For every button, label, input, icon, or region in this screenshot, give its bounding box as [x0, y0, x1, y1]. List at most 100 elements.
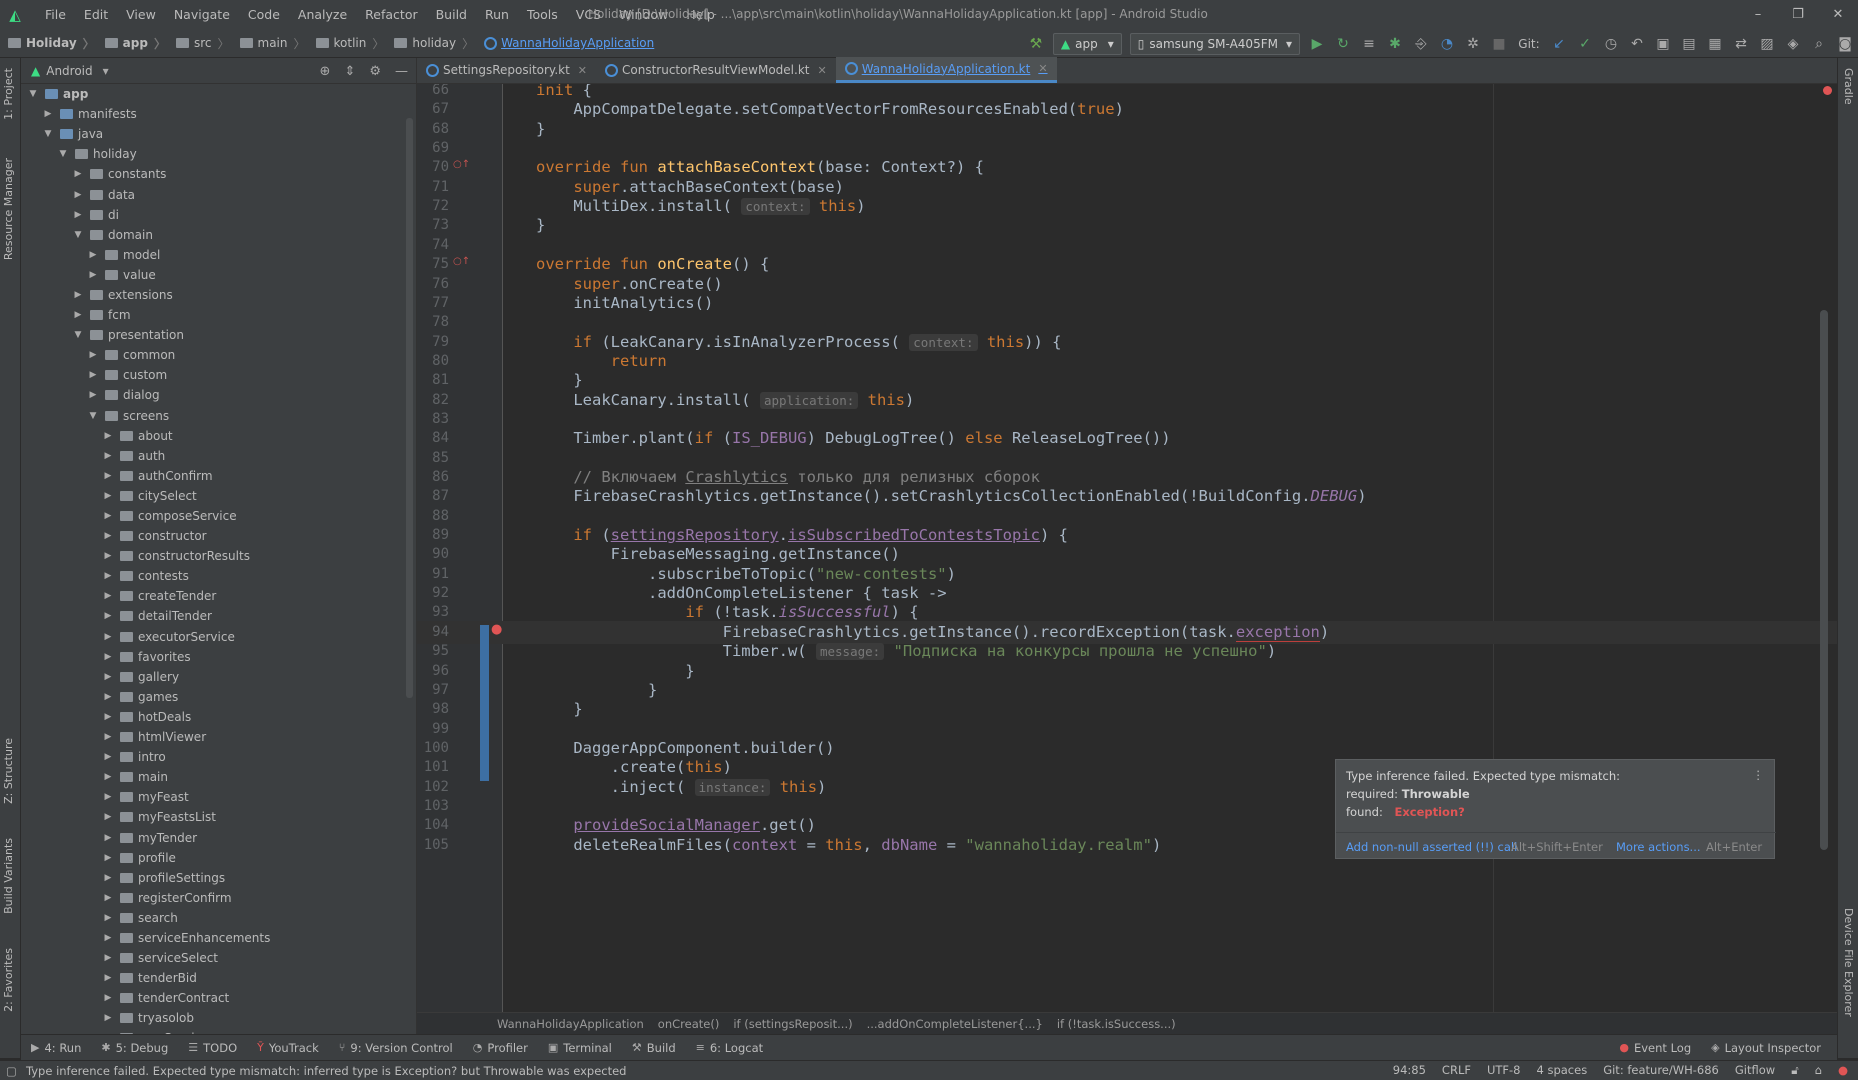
tree-item[interactable]: ▶ main: [21, 767, 417, 787]
menu-tools[interactable]: Tools: [518, 7, 567, 22]
tab-run[interactable]: ▶ 4: Run: [31, 1041, 81, 1055]
tab-project[interactable]: 1: Project: [2, 68, 15, 120]
tab-gradle[interactable]: Gradle: [1842, 68, 1855, 105]
tree-item[interactable]: ▶ model: [21, 245, 417, 265]
apply-code-changes-icon[interactable]: ≡: [1356, 29, 1382, 58]
add-non-null-assert-link[interactable]: Add non-null asserted (!!) call: [1346, 840, 1517, 854]
override-icon[interactable]: ○↑: [453, 257, 470, 267]
tab-wanna-holiday-application[interactable]: WannaHolidayApplication.kt ✕: [835, 57, 1057, 83]
coverage-icon[interactable]: ✲: [1460, 29, 1486, 58]
chevron-right-icon[interactable]: ▶: [102, 893, 114, 903]
avd-manager-icon[interactable]: ▤: [1676, 29, 1702, 58]
gitflow[interactable]: Gitflow: [1735, 1063, 1775, 1078]
tree-item[interactable]: ▶ dialog: [21, 385, 417, 405]
code-editor[interactable]: 66 init {67 AppCompatDelegate.setCompatVe…: [417, 84, 1837, 1012]
chevron-right-icon[interactable]: ▶: [102, 833, 114, 843]
tab-todo[interactable]: ☰ TODO: [188, 1041, 237, 1055]
tree-item[interactable]: ▶ htmlViewer: [21, 727, 417, 747]
tree-item[interactable]: ▶ hotDeals: [21, 707, 417, 727]
tree-item[interactable]: ▶ fcm: [21, 305, 417, 325]
tree-item[interactable]: ▶ myFeastsList: [21, 807, 417, 827]
chevron-right-icon[interactable]: ▶: [102, 431, 114, 441]
close-tab-icon[interactable]: ✕: [578, 64, 587, 77]
chevron-right-icon[interactable]: ▶: [102, 913, 114, 923]
more-options-icon[interactable]: ⋮: [1753, 768, 1765, 782]
memory-icon[interactable]: ⌂: [1815, 1063, 1822, 1078]
file-encoding[interactable]: UTF-8: [1487, 1063, 1521, 1078]
tab-layout-inspector[interactable]: ◈ Layout Inspector: [1711, 1041, 1821, 1055]
tab-resource-manager[interactable]: Resource Manager: [2, 158, 15, 260]
crumb-listener[interactable]: ...addOnCompleteListener{...}: [867, 1017, 1043, 1031]
tree-item[interactable]: ▶ games: [21, 687, 417, 707]
project-view-select[interactable]: Android: [46, 64, 92, 78]
chevron-right-icon[interactable]: ▶: [72, 310, 84, 320]
tree-item[interactable]: ▼ domain: [21, 225, 417, 245]
close-tab-icon[interactable]: ✕: [1038, 62, 1047, 75]
breadcrumb-kotlin[interactable]: kotlin 〉: [315, 35, 391, 52]
close-icon[interactable]: ✕: [1818, 0, 1858, 29]
tree-item[interactable]: ▶ executorService: [21, 627, 417, 647]
chevron-right-icon[interactable]: ▶: [102, 692, 114, 702]
tree-item[interactable]: ▶ constants: [21, 164, 417, 184]
tree-item[interactable]: ▶ citySelect: [21, 486, 417, 506]
tree-item[interactable]: ▶ common: [21, 345, 417, 365]
run-config-select[interactable]: ▲ app ▾: [1052, 32, 1122, 55]
breadcrumb-app[interactable]: app 〉: [104, 35, 172, 52]
chevron-right-icon[interactable]: ▶: [102, 571, 114, 581]
avatar-icon[interactable]: ◙: [1832, 29, 1858, 58]
tree-item[interactable]: ▶ about: [21, 426, 417, 446]
tab-terminal[interactable]: ▣ Terminal: [548, 1041, 612, 1055]
chevron-down-icon[interactable]: ▼: [72, 230, 84, 240]
profile-icon[interactable]: ◔: [1434, 29, 1460, 58]
tree-item[interactable]: ▶ registerConfirm: [21, 888, 417, 908]
tab-logcat[interactable]: ≡ 6: Logcat: [696, 1041, 764, 1055]
chevron-right-icon[interactable]: ▶: [102, 1013, 114, 1023]
menu-analyze[interactable]: Analyze: [289, 7, 356, 22]
run-icon[interactable]: ▶: [1304, 29, 1330, 58]
tree-item[interactable]: ▶ serviceSelect: [21, 948, 417, 968]
chevron-right-icon[interactable]: ▶: [102, 511, 114, 521]
device-manager-icon[interactable]: ▨: [1754, 29, 1780, 58]
chevron-right-icon[interactable]: ▶: [102, 933, 114, 943]
menu-refactor[interactable]: Refactor: [356, 7, 426, 22]
chevron-right-icon[interactable]: ▶: [102, 632, 114, 642]
tree-item[interactable]: ▶ authConfirm: [21, 466, 417, 486]
chevron-right-icon[interactable]: ▶: [72, 169, 84, 179]
breadcrumb-main[interactable]: main 〉: [239, 35, 312, 52]
git-update-icon[interactable]: ↙: [1546, 29, 1572, 58]
editor-scrollbar[interactable]: [1820, 310, 1828, 850]
locate-icon[interactable]: ⊕: [320, 64, 331, 79]
tree-item[interactable]: ▼ holiday: [21, 144, 417, 164]
chevron-down-icon[interactable]: ▼: [87, 411, 99, 421]
menu-file[interactable]: File: [36, 7, 75, 22]
menu-code[interactable]: Code: [239, 7, 289, 22]
stop-icon[interactable]: ■: [1486, 29, 1512, 58]
git-history-icon[interactable]: ◷: [1598, 29, 1624, 58]
chevron-down-icon[interactable]: ▼: [27, 89, 39, 99]
tree-item[interactable]: ▶ constructor: [21, 526, 417, 546]
chevron-down-icon[interactable]: ▾: [103, 64, 109, 78]
tab-profiler[interactable]: ◔ Profiler: [473, 1041, 528, 1055]
tree-item[interactable]: ▶ profile: [21, 848, 417, 868]
tree-item[interactable]: ▶ constructorResults: [21, 546, 417, 566]
attach-debugger-icon[interactable]: ⎆: [1408, 29, 1434, 58]
tree-item[interactable]: ▶ value: [21, 265, 417, 285]
crumb-inner-if[interactable]: if (!task.isSuccess...): [1057, 1017, 1176, 1031]
search-icon[interactable]: ⌕: [1806, 29, 1832, 58]
gear-icon[interactable]: ⚙: [369, 64, 381, 79]
chevron-right-icon[interactable]: ▶: [72, 290, 84, 300]
tree-item[interactable]: ▶ profileSettings: [21, 868, 417, 888]
chevron-right-icon[interactable]: ▶: [102, 712, 114, 722]
tree-item[interactable]: ▶ di: [21, 205, 417, 225]
tree-item[interactable]: ▶ tryasolob: [21, 1008, 417, 1028]
status-message[interactable]: Type inference failed. Expected type mis…: [26, 1064, 626, 1078]
chevron-right-icon[interactable]: ▶: [102, 772, 114, 782]
chevron-right-icon[interactable]: ▶: [87, 250, 99, 260]
hide-panel-icon[interactable]: —: [395, 64, 408, 79]
tab-structure[interactable]: Z: Structure: [2, 738, 15, 804]
chevron-right-icon[interactable]: ▶: [102, 471, 114, 481]
tree-item[interactable]: ▶ contests: [21, 566, 417, 586]
tab-favorites[interactable]: 2: Favorites: [2, 948, 15, 1012]
tree-item[interactable]: ▶ detailTender: [21, 606, 417, 626]
tab-settings-repository[interactable]: SettingsRepository.kt ✕: [417, 57, 596, 83]
